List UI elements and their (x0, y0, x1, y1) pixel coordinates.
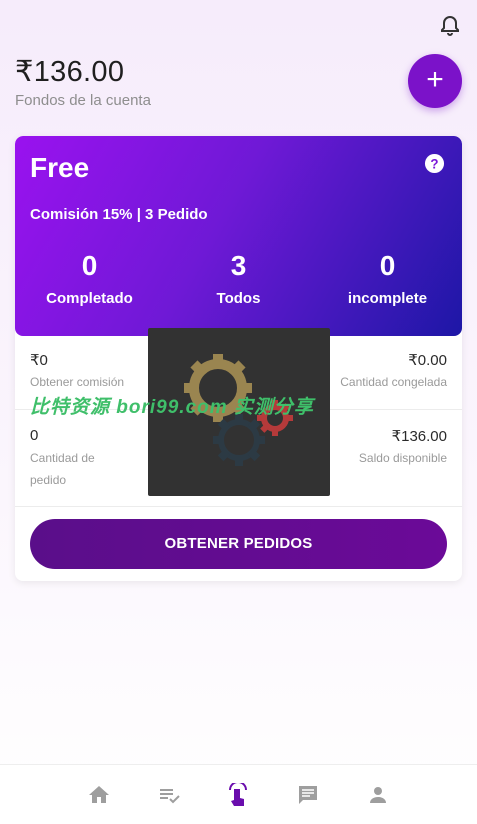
bottom-nav (0, 764, 477, 824)
orders-label: Cantidad de (30, 451, 95, 465)
available-value: ₹136.00 (391, 428, 447, 445)
home-icon[interactable] (87, 783, 111, 807)
chat-icon[interactable] (296, 783, 320, 807)
tap-icon[interactable] (226, 781, 250, 807)
watermark-text: 比特资源 bori99.com 实测分享 (30, 397, 314, 418)
orders-label-line2: pedido (30, 473, 67, 487)
stat-label: incomplete (347, 290, 428, 307)
stat-all: 3 Todos (164, 250, 313, 307)
bell-icon[interactable] (438, 14, 462, 38)
commission-value: ₹0 (30, 352, 48, 369)
orders-value: 0 (30, 427, 39, 444)
account-balance-label: Fondos de la cuenta (15, 92, 151, 109)
get-orders-button[interactable]: OBTENER PEDIDOS (30, 519, 447, 569)
stat-value: 0 (379, 250, 396, 281)
commission-label: Obtener comisión (30, 375, 125, 389)
stat-value: 0 (81, 250, 98, 281)
frozen-value: ₹0.00 (408, 352, 447, 369)
stat-label: Completado (46, 290, 133, 307)
account-balance: ₹136.00 (15, 56, 125, 88)
add-funds-button[interactable]: + (408, 54, 462, 108)
plan-panel: Free ? Comisión 15% | 3 Pedido 0 Complet… (15, 136, 462, 336)
plan-commission: Comisión 15% | 3 Pedido (30, 206, 208, 223)
frozen-label: Cantidad congelada (340, 375, 447, 389)
stat-completed: 0 Completado (15, 250, 164, 307)
help-icon[interactable]: ? (424, 153, 445, 174)
plan-title: Free (30, 152, 90, 183)
available-label: Saldo disponible (358, 451, 447, 465)
stat-value: 3 (230, 250, 247, 281)
orders-list-icon[interactable] (157, 783, 181, 807)
stat-incomplete: 0 incomplete (313, 250, 462, 307)
stat-label: Todos (216, 290, 261, 307)
svg-text:?: ? (430, 156, 438, 171)
profile-icon[interactable] (366, 783, 390, 807)
